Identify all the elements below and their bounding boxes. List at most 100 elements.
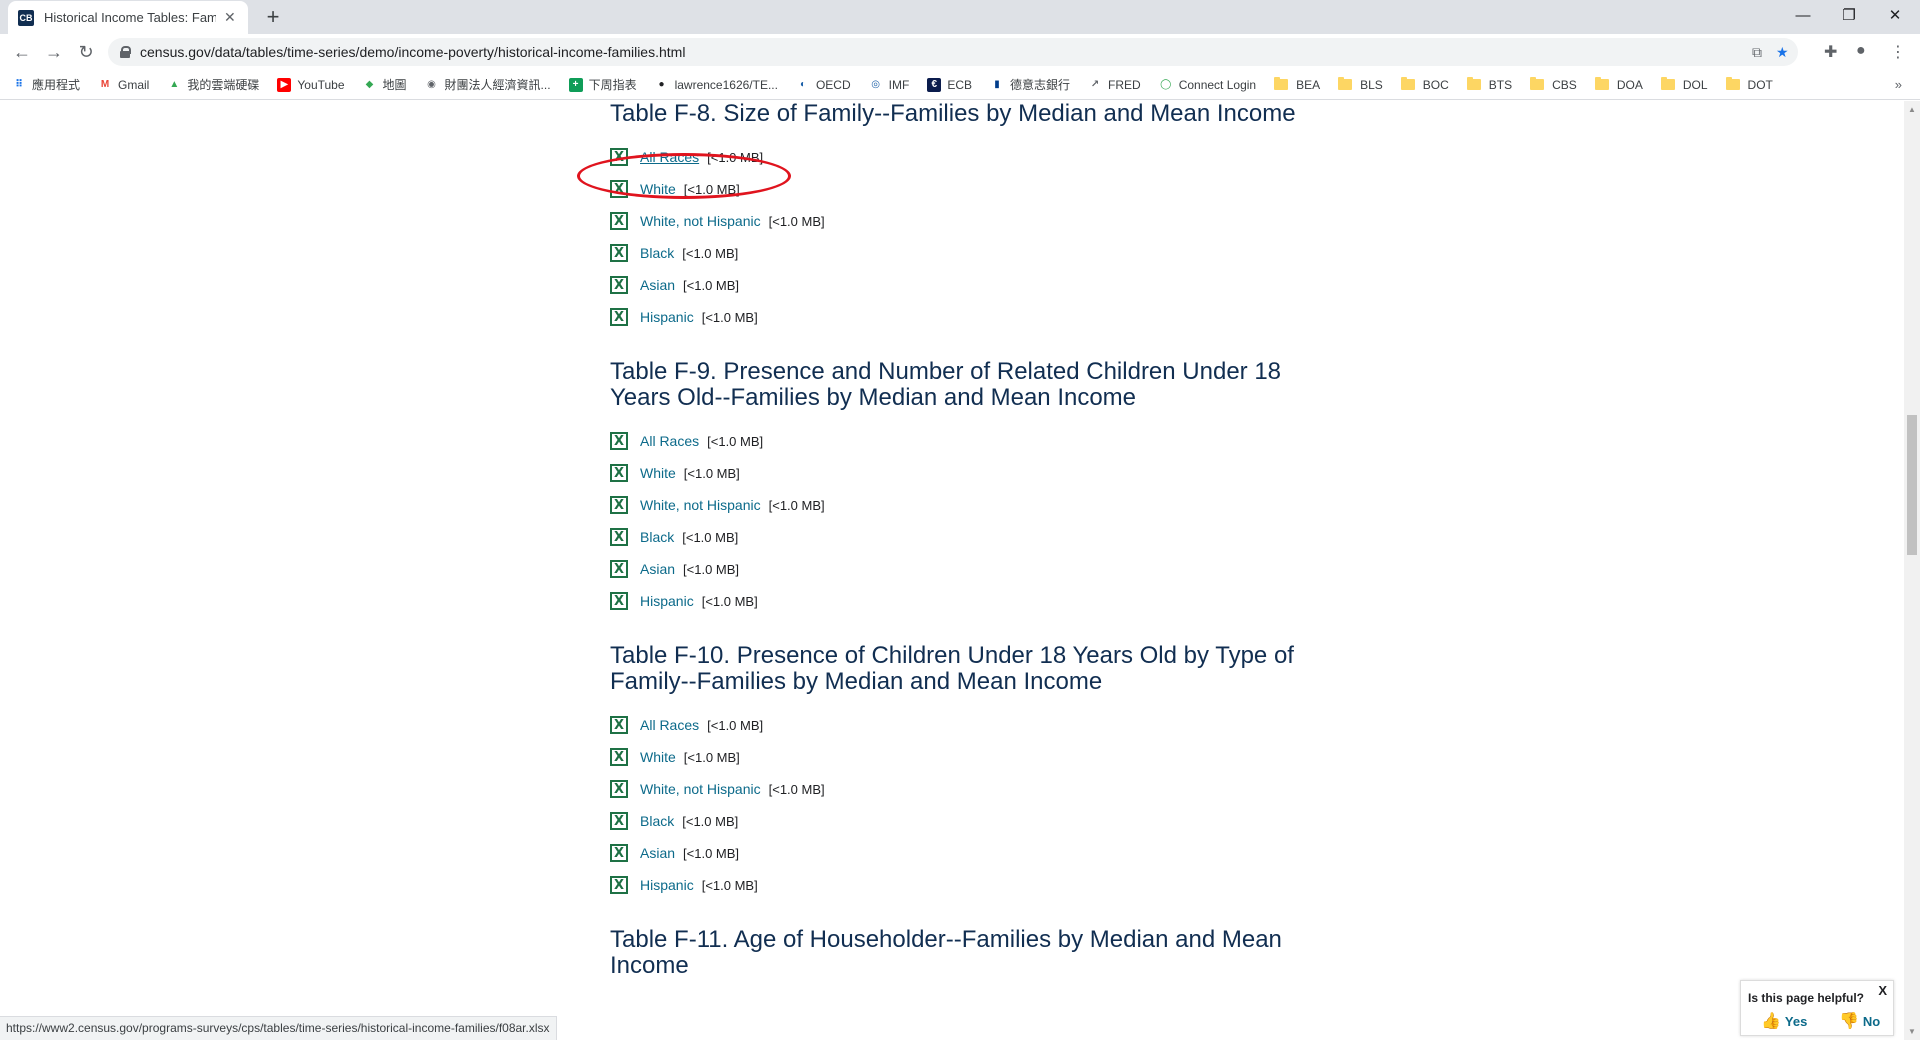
oecd-icon: ◐ xyxy=(799,79,806,90)
download-link[interactable]: Hispanic xyxy=(640,877,694,893)
file-size: [<1.0 MB] xyxy=(701,877,758,893)
new-tab-button[interactable]: + xyxy=(260,4,286,30)
excel-file-icon: X xyxy=(610,592,628,610)
download-link[interactable]: Black xyxy=(640,813,674,829)
bookmark-14[interactable]: BEA xyxy=(1274,77,1320,92)
excel-file-icon: X xyxy=(610,876,628,894)
file-size: [<1.0 MB] xyxy=(707,433,764,449)
folder-icon xyxy=(1466,77,1481,90)
profile-avatar-icon[interactable]: ● xyxy=(1856,42,1866,60)
folder-icon xyxy=(1274,77,1289,90)
close-window-button[interactable]: ✕ xyxy=(1872,0,1918,30)
table-section: Table F-10. Presence of Children Under 1… xyxy=(610,643,1310,901)
bookmark-21[interactable]: DOT xyxy=(1725,77,1773,92)
census-favicon-icon: CB xyxy=(18,9,34,26)
bookmark-label: BLS xyxy=(1360,77,1383,92)
extensions-icon[interactable]: ✚ xyxy=(1824,42,1837,62)
bookmark-8[interactable]: ◐ OECD xyxy=(796,78,851,92)
bookmark-3[interactable]: ▶ YouTube xyxy=(277,77,345,92)
download-link[interactable]: Asian xyxy=(640,277,675,293)
download-link[interactable]: All Races xyxy=(640,433,699,449)
table-section: Table F-9. Presence and Number of Relate… xyxy=(610,359,1310,617)
bookmarks-bar: ⠿ 應用程式 M Gmail ▲ 我的雲端硬碟 ▶ YouTube ◆ 地圖 ◉ 財團法人經濟資訊..… xyxy=(0,70,1920,100)
feedback-close-icon[interactable]: X xyxy=(1878,983,1887,998)
bookmark-19[interactable]: DOA xyxy=(1594,77,1643,92)
thumbs-down-icon: 👎 xyxy=(1839,1013,1859,1030)
translate-icon[interactable]: ⧉ xyxy=(1752,44,1762,61)
bookmark-0[interactable]: ⠿ 應用程式 xyxy=(12,76,80,93)
download-link[interactable]: White xyxy=(640,465,676,481)
tab-close-icon[interactable]: ✕ xyxy=(224,9,236,26)
back-button[interactable]: ← xyxy=(8,38,36,66)
download-link[interactable]: Black xyxy=(640,529,674,545)
bookmark-label: 地圖 xyxy=(382,78,407,92)
bookmark-4[interactable]: ◆ 地圖 xyxy=(363,76,407,93)
bookmark-label: 應用程式 xyxy=(32,78,81,92)
address-bar[interactable]: census.gov/data/tables/time-series/demo/… xyxy=(108,38,1798,66)
ecb-icon: € xyxy=(927,77,942,92)
table-section: Table F-11. Age of Householder--Families… xyxy=(610,927,1310,979)
bookmark-15[interactable]: BLS xyxy=(1338,77,1383,92)
excel-file-icon: X xyxy=(610,812,628,830)
download-link[interactable]: White, not Hispanic xyxy=(640,497,761,513)
status-bar-url: https://www2.census.gov/programs-surveys… xyxy=(0,1016,557,1040)
download-link[interactable]: Hispanic xyxy=(640,309,694,325)
feedback-yes-button[interactable]: 👍 Yes xyxy=(1761,1011,1807,1031)
bookmark-5[interactable]: ◉ 財團法人經濟資訊... xyxy=(425,76,550,93)
feedback-yes-label: Yes xyxy=(1784,1013,1808,1029)
bookmark-6[interactable]: + 下周指表 xyxy=(568,76,637,93)
scroll-thumb[interactable] xyxy=(1907,415,1917,555)
bookmark-16[interactable]: BOC xyxy=(1400,77,1449,92)
bookmark-2[interactable]: ▲ 我的雲端硬碟 xyxy=(167,76,259,93)
bookmark-13[interactable]: ◯ Connect Login xyxy=(1159,78,1256,92)
bookmark-label: BOC xyxy=(1422,77,1449,92)
download-link[interactable]: White xyxy=(640,749,676,765)
menu-icon[interactable]: ⋮ xyxy=(1890,42,1906,62)
bookmark-17[interactable]: BTS xyxy=(1466,77,1512,92)
download-link[interactable]: Black xyxy=(640,245,674,261)
excel-file-icon: X xyxy=(610,212,628,230)
download-row: X Hispanic [<1.0 MB] xyxy=(610,869,1310,901)
section-title: Table F-11. Age of Householder--Families… xyxy=(610,926,1282,979)
bookmark-9[interactable]: ◎ IMF xyxy=(869,78,909,92)
bookmark-label: FRED xyxy=(1108,77,1141,92)
minimize-button[interactable]: — xyxy=(1780,0,1826,30)
download-link[interactable]: White, not Hispanic xyxy=(640,213,761,229)
page-scrollbar[interactable]: ▲ ▼ xyxy=(1904,101,1920,1040)
bookmarks-overflow-button[interactable]: » xyxy=(1895,77,1902,92)
table-section: Table F-8. Size of Family--Families by M… xyxy=(610,101,1310,333)
file-size: [<1.0 MB] xyxy=(768,213,825,229)
download-link[interactable]: Asian xyxy=(640,845,675,861)
bookmark-20[interactable]: DOL xyxy=(1660,77,1708,92)
file-size: [<1.0 MB] xyxy=(683,749,740,765)
file-size: [<1.0 MB] xyxy=(683,845,740,861)
excel-file-icon: X xyxy=(610,496,628,514)
excel-file-icon: X xyxy=(610,432,628,450)
bookmark-18[interactable]: CBS xyxy=(1530,77,1577,92)
download-link[interactable]: All Races xyxy=(640,717,699,733)
bookmark-label: ECB xyxy=(947,77,972,92)
bookmark-1[interactable]: M Gmail xyxy=(98,77,150,92)
download-row: X All Races [<1.0 MB] xyxy=(610,709,1310,741)
bookmark-7[interactable]: ● lawrence1626/TE... xyxy=(655,78,778,92)
scroll-up-icon[interactable]: ▲ xyxy=(1908,105,1916,114)
bookmark-12[interactable]: ↗ FRED xyxy=(1088,78,1141,92)
scroll-down-icon[interactable]: ▼ xyxy=(1908,1027,1916,1036)
restore-button[interactable]: ❐ xyxy=(1826,0,1872,30)
browser-tab[interactable]: CB Historical Income Tables: Families ✕ xyxy=(8,1,248,34)
download-row: X Black [<1.0 MB] xyxy=(610,521,1310,553)
reload-button[interactable]: ↻ xyxy=(72,38,100,66)
bookmark-star-icon[interactable]: ★ xyxy=(1776,44,1789,61)
bookmark-11[interactable]: ▮ 德意志銀行 xyxy=(990,76,1070,93)
download-link[interactable]: Asian xyxy=(640,561,675,577)
download-link[interactable]: White, not Hispanic xyxy=(640,781,761,797)
bookmark-label: YouTube xyxy=(297,77,345,92)
download-row: X White [<1.0 MB] xyxy=(610,741,1310,773)
bookmark-label: Gmail xyxy=(118,77,150,92)
feedback-no-button[interactable]: 👎 No xyxy=(1839,1011,1880,1031)
forward-button[interactable]: → xyxy=(40,38,68,66)
excel-file-icon: X xyxy=(610,464,628,482)
bookmark-10[interactable]: € ECB xyxy=(927,77,972,92)
download-link[interactable]: Hispanic xyxy=(640,593,694,609)
section-title: Table F-10. Presence of Children Under 1… xyxy=(610,642,1294,695)
